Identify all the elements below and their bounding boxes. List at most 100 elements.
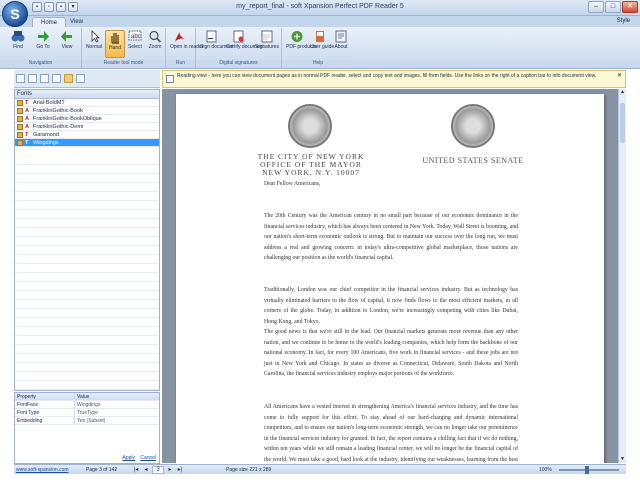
arrow-right-icon (38, 31, 49, 42)
last-page-icon[interactable]: ▸| (176, 466, 184, 474)
font-type-icon: T (25, 140, 29, 146)
font-list-item[interactable]: T Arial-BoldMT (15, 99, 159, 107)
zoom-slider[interactable] (559, 466, 619, 474)
font-type-icon: T (25, 132, 29, 138)
font-list-item[interactable]: T Garamond (15, 131, 159, 139)
pdf-products-button[interactable]: PDF products (286, 30, 317, 58)
paragraph: The 20th Century was the American centur… (264, 213, 518, 261)
select-button[interactable]: abc Select (125, 30, 145, 58)
city-letterhead: THE CITY OF NEW YORK OFFICE OF THE MAYOR… (257, 152, 365, 177)
document-page[interactable]: THE CITY OF NEW YORK OFFICE OF THE MAYOR… (176, 94, 604, 463)
font-folder-icon (17, 124, 23, 130)
property-row: FontFace Wingdings (15, 401, 159, 409)
pdf-icon (175, 31, 185, 42)
view-button[interactable]: View (57, 30, 77, 58)
font-folder-icon (17, 100, 23, 106)
binoculars-icon (11, 31, 25, 42)
arrow-left-icon (61, 31, 72, 42)
prev-page-icon[interactable]: ◂ (142, 466, 150, 474)
font-list-item-selected[interactable]: T Wingdings (15, 139, 159, 147)
font-folder-icon (17, 108, 23, 114)
hand-button[interactable]: Hand (105, 30, 125, 58)
group-help: PDF products User guide About Help (282, 28, 354, 68)
salutation: Dear Fellow Americans, (264, 181, 321, 187)
magnifier-icon (149, 30, 162, 43)
svg-text:abc: abc (131, 34, 141, 40)
text-select-icon: abc (128, 30, 142, 41)
ribbon: Find Go To View Navigation Normal Hand a… (0, 27, 640, 69)
scroll-down-icon[interactable]: ▼ (619, 456, 626, 463)
style-menu[interactable]: Style (617, 18, 630, 24)
pages-view-icon[interactable] (16, 74, 25, 83)
ribbon-tabs: Home View Style (0, 16, 640, 27)
find-button[interactable]: Find (8, 30, 28, 58)
font-list-item[interactable]: A FranklinGothic-BookOblique (15, 115, 159, 123)
paragraph: All Americans have a vested interest in … (264, 404, 518, 463)
properties-header: Property Value (15, 393, 159, 401)
fonts-view-icon[interactable] (64, 74, 73, 83)
sign-document-icon (206, 30, 217, 43)
font-folder-icon (17, 116, 23, 122)
document-view[interactable]: THE CITY OF NEW YORK OFFICE OF THE MAYOR… (162, 89, 618, 463)
sign-document-button[interactable]: Sign document (200, 30, 233, 58)
next-page-icon[interactable]: ▸ (166, 466, 174, 474)
signatures-icon (261, 30, 273, 43)
font-folder-icon (17, 140, 23, 146)
bookmarks-view-icon[interactable] (28, 74, 37, 83)
font-type-icon: A (25, 116, 29, 122)
first-page-icon[interactable]: |◂ (132, 466, 140, 474)
certify-document-icon (233, 30, 244, 43)
title-bar: ▪ ▫ ▪ ▾ my_report_final - soft Xpansion … (0, 0, 640, 16)
font-type-icon: A (25, 108, 29, 114)
zoom-level: 100% (539, 467, 552, 473)
close-icon[interactable]: ✕ (622, 1, 638, 13)
goto-button[interactable]: Go To (33, 30, 53, 58)
scroll-thumb[interactable] (620, 103, 625, 143)
info-bar: Reading view - here you can view documen… (162, 70, 626, 88)
page-number-input[interactable]: 3 (152, 466, 164, 474)
normal-button[interactable]: Normal (84, 30, 104, 58)
tab-view[interactable]: View (62, 17, 91, 27)
senate-letterhead: UNITED STATES SENATE (422, 156, 524, 165)
info-text: Reading view - here you can view documen… (177, 73, 597, 79)
zoom-button[interactable]: Zoom (145, 30, 165, 58)
signatures-button[interactable]: Signatures (254, 30, 280, 58)
properties-panel: Property Value FontFace Wingdings Font T… (14, 392, 160, 464)
app-menu-button[interactable]: S (2, 1, 28, 27)
properties-view-icon[interactable] (76, 74, 85, 83)
open-in-reader-button[interactable]: Open in reader (170, 30, 203, 58)
paragraph: Traditionally, London was our chief comp… (264, 287, 518, 325)
page-size: Page size 221 x 289 (226, 467, 272, 473)
apply-link[interactable]: Apply (123, 455, 136, 461)
cursor-icon (91, 30, 100, 43)
attachments-view-icon[interactable] (52, 74, 61, 83)
website-link[interactable]: www.soft-xpansion.com (16, 465, 69, 475)
senate-seal-image (451, 104, 495, 148)
cancel-link[interactable]: Cancel (140, 455, 156, 461)
paragraph: The good news is that we're still in the… (264, 329, 518, 377)
font-list-item[interactable]: A FranklinGothic-Demi (15, 123, 159, 131)
empty-list-area (15, 156, 159, 390)
group-run: Open in reader Run (166, 28, 203, 68)
font-list-item[interactable]: A FranklinGothic-Book (15, 107, 159, 115)
group-digital-signatures: Sign document Certify document Signature… (196, 28, 282, 68)
pdf-products-icon (291, 31, 303, 42)
vertical-scrollbar[interactable]: ▲ ▼ (618, 89, 626, 463)
page-indicator: Page 3 of 142 (86, 467, 118, 473)
font-type-icon: A (25, 124, 29, 130)
about-button[interactable]: About (331, 30, 351, 58)
panel-toolbar (14, 70, 160, 88)
minimize-icon[interactable]: – (588, 1, 604, 13)
user-guide-icon (316, 31, 324, 42)
user-guide-button[interactable]: User guide (310, 30, 334, 58)
about-icon (335, 30, 347, 43)
maximize-icon[interactable]: □ (605, 1, 621, 13)
tab-home[interactable]: Home (32, 17, 67, 27)
zoom-slider-knob[interactable] (585, 466, 589, 474)
status-bar: www.soft-xpansion.com Page 3 of 142 |◂ ◂… (14, 464, 626, 474)
images-view-icon[interactable] (40, 74, 49, 83)
scroll-up-icon[interactable]: ▲ (619, 89, 626, 96)
close-icon[interactable]: ✕ (617, 73, 622, 80)
certify-document-button[interactable]: Certify document (226, 30, 264, 58)
properties-actions: Apply Cancel (119, 455, 156, 461)
